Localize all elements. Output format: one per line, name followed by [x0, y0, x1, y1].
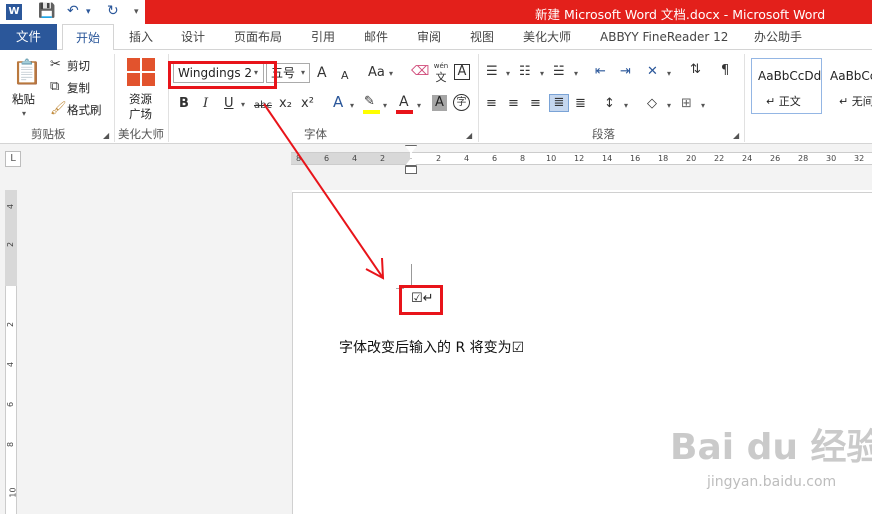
caption-text: 字体改变后输入的 R 将变为☑	[339, 340, 525, 356]
baidu-watermark-url: jingyan.baidu.com	[707, 474, 837, 490]
baidu-watermark: Bai du 经验	[670, 427, 872, 468]
